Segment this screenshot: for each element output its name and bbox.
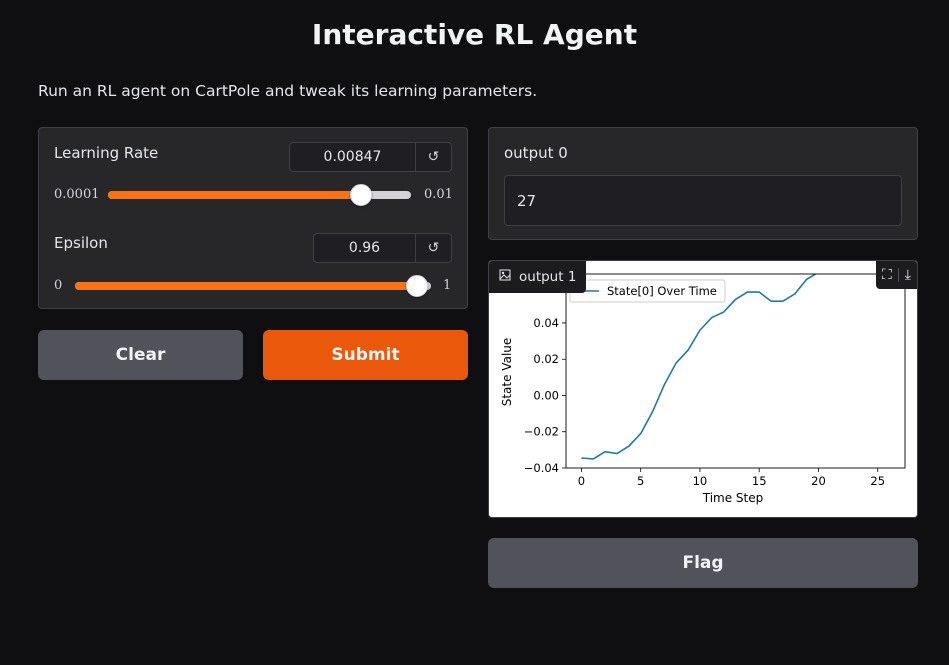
output-1-plot-panel: 0510152025−0.04−0.020.000.020.040.06 Sta… [488,260,918,518]
output-0-value[interactable]: 27 [504,175,902,226]
state-line-chart: 0510152025−0.04−0.020.000.020.040.06 Sta… [489,261,917,517]
learning-rate-slider[interactable] [108,184,411,206]
fullscreen-icon[interactable]: ⛶ [882,267,892,283]
epsilon-slider[interactable] [75,275,431,297]
output-1-label: output 1 [519,269,577,285]
y-tick-label: −0.02 [524,425,559,439]
learning-rate-slider-thumb[interactable] [350,184,372,206]
output-0-label: output 0 [504,144,568,162]
x-axis-label: Time Step [702,491,764,505]
learning-rate-number-input: 0.00847 ↺ [289,142,452,172]
plot-toolbar: ⛶ ⤓ [875,261,917,289]
flag-button[interactable]: Flag [488,538,918,588]
image-icon [499,269,511,285]
legend-label: State[0] Over Time [607,284,717,298]
download-icon[interactable]: ⤓ [905,267,911,283]
learning-rate-min-label: 0.0001 [54,187,100,202]
x-tick-label: 20 [811,474,826,488]
epsilon-max-label: 1 [443,278,452,293]
x-tick-label: 10 [693,474,708,488]
y-tick-label: 0.04 [533,316,559,330]
epsilon-slider-fill [75,282,417,290]
y-tick-label: 0.00 [533,388,559,402]
y-axis-label: State Value [500,338,514,407]
learning-rate-value[interactable]: 0.00847 [290,143,416,171]
learning-rate-max-label: 0.01 [424,187,453,202]
toolbar-divider [897,268,899,282]
reset-icon: ↺ [427,149,440,165]
epsilon-slider-thumb[interactable] [405,275,428,297]
y-tick-label: 0.02 [533,352,559,366]
epsilon-label: Epsilon [54,234,108,252]
x-tick-label: 15 [752,474,767,488]
learning-rate-label: Learning Rate [54,144,159,162]
clear-button[interactable]: Clear [38,330,243,380]
app-title: Interactive RL Agent [311,18,638,51]
y-tick-label: −0.04 [524,461,559,475]
epsilon-min-label: 0 [54,278,63,293]
epsilon-number-input: 0.96 ↺ [313,233,452,263]
x-tick-label: 5 [637,474,644,488]
x-tick-label: 25 [870,474,885,488]
chart-legend: State[0] Over Time [569,279,726,303]
x-tick-label: 0 [578,474,585,488]
learning-rate-slider-fill [108,191,361,199]
reset-icon: ↺ [427,240,440,256]
output-0-panel: output 0 27 [488,127,918,240]
submit-button[interactable]: Submit [263,330,468,380]
epsilon-reset-button[interactable]: ↺ [416,234,451,262]
app-description: Run an RL agent on CartPole and tweak it… [38,82,538,100]
epsilon-value[interactable]: 0.96 [314,234,416,262]
learning-rate-reset-button[interactable]: ↺ [416,143,451,171]
parameters-panel: Learning Rate 0.00847 ↺ 0.0001 0.01 Epsi… [38,127,468,309]
output-1-label-tag: output 1 [489,261,587,293]
